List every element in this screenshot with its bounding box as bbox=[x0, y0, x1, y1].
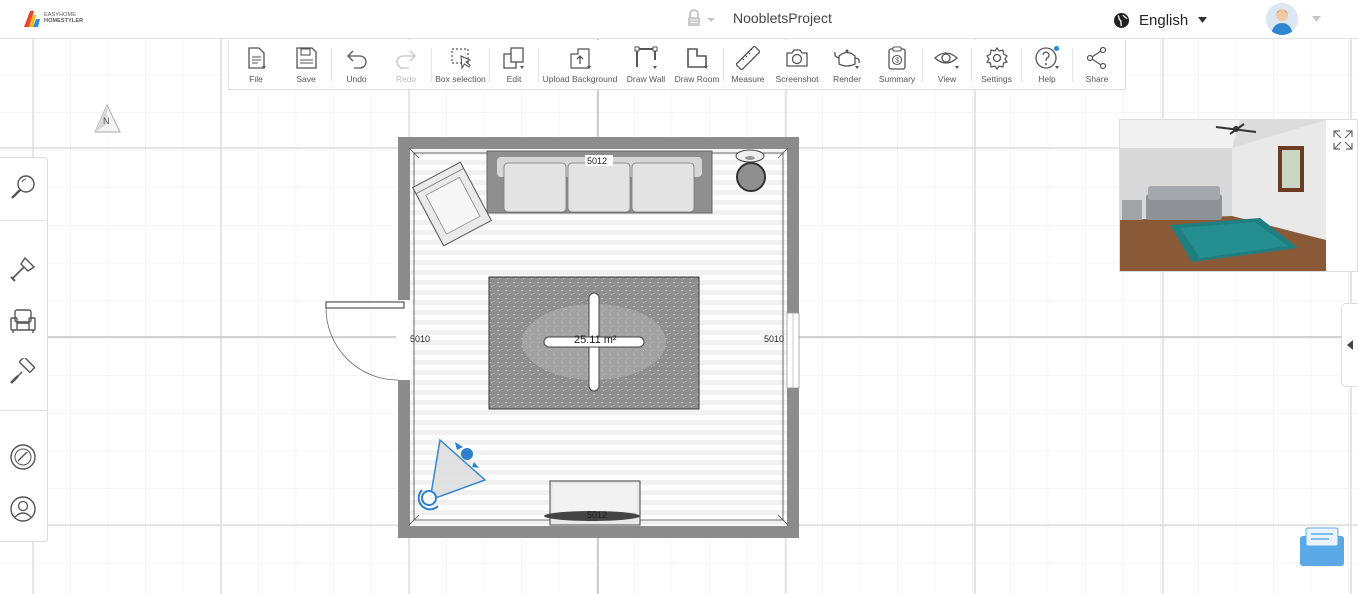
user-avatar-icon bbox=[1266, 3, 1298, 35]
measure-button[interactable]: Measure bbox=[724, 40, 772, 90]
box-selection-icon bbox=[450, 48, 471, 70]
user-menu[interactable] bbox=[1266, 3, 1321, 35]
build-tools-button[interactable] bbox=[6, 252, 40, 286]
notification-dot bbox=[1054, 46, 1059, 51]
search-icon bbox=[11, 175, 35, 199]
tour-button[interactable] bbox=[6, 440, 40, 474]
undo-button[interactable]: Undo bbox=[332, 40, 381, 90]
chevron-down-icon bbox=[1198, 17, 1208, 23]
render-label: Render bbox=[833, 74, 861, 84]
screenshot-button[interactable]: Screenshot bbox=[772, 40, 822, 90]
feedback-button[interactable] bbox=[1299, 526, 1344, 566]
help-button[interactable]: Help bbox=[1022, 40, 1072, 90]
draw-wall-button[interactable]: Draw Wall bbox=[621, 40, 671, 90]
share-label: Share bbox=[1085, 74, 1109, 84]
main-toolbar: File Save Undo Redo Box selection Edit U… bbox=[228, 40, 1126, 90]
furniture-catalog-button[interactable] bbox=[6, 304, 40, 338]
box-selection-button[interactable]: Box selection bbox=[432, 40, 489, 90]
logo-mark-icon bbox=[24, 11, 40, 27]
redo-icon bbox=[396, 50, 416, 69]
share-button[interactable]: Share bbox=[1073, 40, 1121, 90]
draw-room-label: Draw Room bbox=[674, 74, 720, 84]
eye-icon bbox=[934, 52, 959, 69]
upload-background-label: Upload Background bbox=[542, 74, 618, 84]
draw-room-icon bbox=[687, 48, 708, 69]
3d-preview-image bbox=[1120, 120, 1326, 271]
camera-icon bbox=[786, 49, 808, 67]
panel-divider bbox=[0, 220, 48, 221]
file-button[interactable]: File bbox=[231, 40, 281, 90]
globe-icon bbox=[1114, 12, 1129, 28]
undo-label: Undo bbox=[346, 74, 367, 84]
avatar bbox=[1266, 3, 1298, 35]
compass-icon bbox=[10, 444, 36, 470]
save-icon bbox=[296, 47, 317, 69]
edit-button[interactable]: Edit bbox=[490, 40, 538, 90]
ruler-icon bbox=[736, 46, 760, 70]
edit-label: Edit bbox=[506, 74, 522, 84]
panel-divider bbox=[0, 410, 48, 411]
redo-button[interactable]: Redo bbox=[381, 40, 431, 90]
user-icon bbox=[10, 496, 36, 522]
help-label: Help bbox=[1038, 74, 1056, 84]
summary-button[interactable]: $ Summary bbox=[872, 40, 922, 90]
svg-text:$: $ bbox=[895, 58, 899, 65]
language-selector[interactable]: English bbox=[1113, 10, 1208, 30]
draw-wall-label: Draw Wall bbox=[626, 74, 666, 84]
top-bar: EASYHOME HOMESTYLER NoobletsProject Engl… bbox=[0, 0, 1358, 39]
gear-icon bbox=[985, 46, 1008, 70]
shovel-icon bbox=[10, 256, 36, 282]
expand-icon bbox=[1333, 130, 1353, 150]
paint-button[interactable] bbox=[6, 356, 40, 390]
dimension-left: 5010 bbox=[410, 334, 430, 344]
logo-line-2: HOMESTYLER bbox=[44, 18, 84, 24]
project-title[interactable]: NoobletsProject bbox=[733, 10, 832, 26]
view-button[interactable]: View bbox=[923, 40, 971, 90]
share-icon bbox=[1086, 46, 1107, 70]
dimension-bottom: 5012 bbox=[587, 510, 607, 520]
save-button[interactable]: Save bbox=[281, 40, 331, 90]
box-selection-label: Box selection bbox=[435, 74, 486, 84]
file-icon bbox=[248, 47, 266, 69]
screenshot-label: Screenshot bbox=[775, 74, 819, 84]
save-label: Save bbox=[296, 74, 316, 84]
left-tool-panel bbox=[0, 157, 48, 542]
chevron-down-icon bbox=[1312, 16, 1321, 22]
paint-roller-icon bbox=[10, 358, 36, 384]
chevron-left-icon bbox=[1347, 340, 1353, 350]
account-button[interactable] bbox=[6, 492, 40, 526]
render-button[interactable]: Render bbox=[822, 40, 872, 90]
edit-icon bbox=[503, 47, 524, 69]
room-area-label: 25.11 m² bbox=[574, 334, 617, 346]
view-label: View bbox=[937, 74, 957, 84]
teapot-icon bbox=[834, 49, 860, 69]
file-label: File bbox=[249, 74, 263, 84]
clipboard-dollar-icon: $ bbox=[888, 46, 906, 70]
redo-label: Redo bbox=[395, 74, 417, 84]
side-table[interactable] bbox=[735, 149, 766, 192]
draw-room-button[interactable]: Draw Room bbox=[671, 40, 723, 90]
language-label: English bbox=[1139, 11, 1189, 29]
settings-button[interactable]: Settings bbox=[972, 40, 1021, 90]
project-lock-menu[interactable] bbox=[686, 9, 716, 32]
search-button[interactable] bbox=[6, 170, 40, 204]
door[interactable] bbox=[325, 301, 405, 309]
armchair-icon bbox=[10, 309, 36, 333]
measure-label: Measure bbox=[731, 74, 765, 84]
upload-background-icon bbox=[570, 48, 591, 69]
settings-label: Settings bbox=[981, 74, 1012, 84]
dimension-top: 5012 bbox=[587, 156, 607, 166]
summary-label: Summary bbox=[878, 74, 916, 84]
3d-preview-window[interactable] bbox=[1119, 119, 1358, 272]
draw-wall-icon bbox=[634, 46, 658, 69]
lock-icon bbox=[688, 9, 715, 26]
undo-icon bbox=[346, 50, 367, 69]
right-panel-toggle[interactable] bbox=[1341, 303, 1358, 387]
dimension-right: 5010 bbox=[764, 334, 784, 344]
compass-label: N bbox=[103, 116, 110, 126]
chat-icon bbox=[1300, 527, 1344, 566]
expand-preview-button[interactable] bbox=[1329, 126, 1357, 154]
upload-background-button[interactable]: Upload Background bbox=[539, 40, 621, 90]
homestyler-logo[interactable]: EASYHOME HOMESTYLER bbox=[24, 9, 86, 29]
